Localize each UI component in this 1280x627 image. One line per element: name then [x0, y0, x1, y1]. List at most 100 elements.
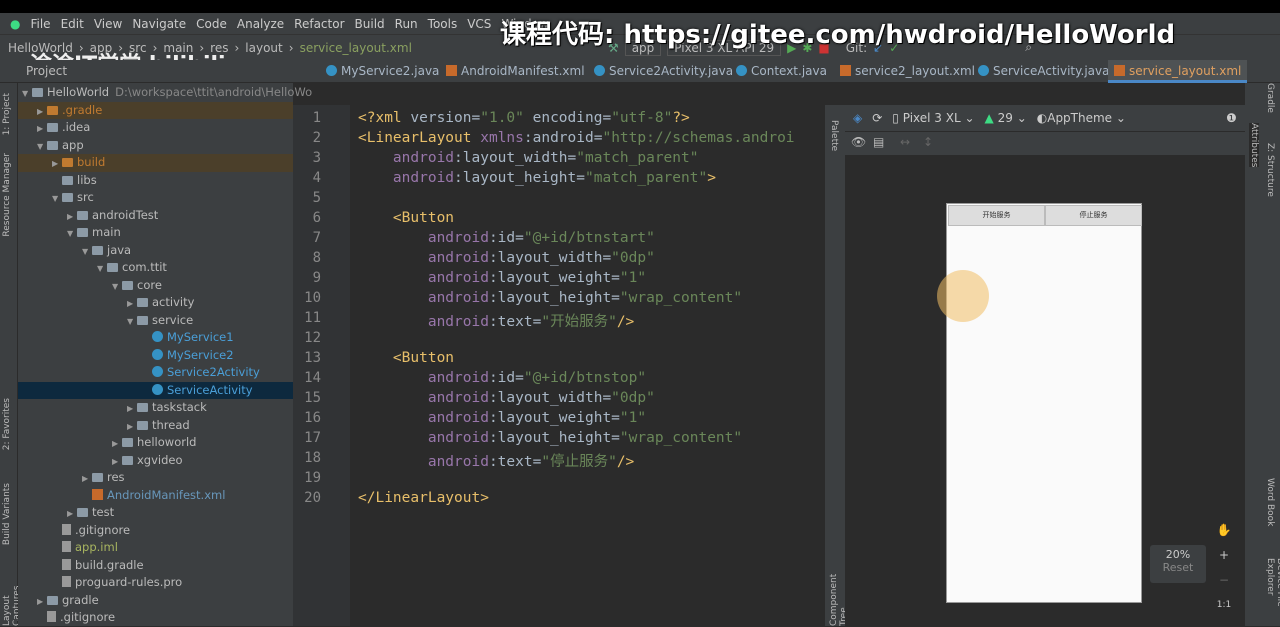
chevron-right-icon[interactable]: ▶	[52, 155, 62, 173]
code-line[interactable]: android:layout_width="match_parent"	[358, 150, 699, 166]
chevron-right-icon[interactable]: ▶	[127, 418, 137, 436]
tool-structure[interactable]: Z: Structure	[1265, 143, 1275, 197]
api-dropdown[interactable]: ▲ 29 ⌄	[985, 111, 1027, 125]
tree-item[interactable]: ▶ thread	[18, 417, 293, 435]
tree-item[interactable]: ▶ activity	[18, 294, 293, 312]
chevron-right-icon[interactable]: ▶	[67, 208, 77, 226]
zoom-reset[interactable]: Reset	[1150, 561, 1206, 574]
theme-dropdown[interactable]: ◐AppTheme ⌄	[1037, 111, 1126, 125]
tree-item[interactable]: ServiceActivity	[18, 381, 293, 399]
chevron-right-icon[interactable]: ▶	[112, 453, 122, 471]
tree-item[interactable]: app.iml	[18, 539, 293, 557]
tree-item[interactable]: proguard-rules.pro	[18, 574, 293, 592]
code-line[interactable]: android:layout_weight="1"	[358, 410, 646, 426]
menu-refactor[interactable]: Refactor	[294, 17, 344, 31]
tab-service2activity[interactable]: Service2Activity.java	[588, 60, 739, 83]
palette-tab[interactable]: Palette	[829, 120, 839, 151]
code-line[interactable]: android:text="停止服务"/>	[358, 450, 634, 471]
menu-navigate[interactable]: Navigate	[132, 17, 186, 31]
code-line[interactable]: <Button	[358, 210, 454, 226]
tree-item[interactable]: ▶ test	[18, 504, 293, 522]
chevron-right-icon[interactable]: ▶	[112, 435, 122, 453]
tool-word-book[interactable]: Word Book	[1265, 478, 1275, 526]
tree-item[interactable]: ▶ .idea	[18, 119, 293, 137]
menu-build[interactable]: Build	[355, 17, 385, 31]
tree-item[interactable]: ▼ HelloWorld D:\workspace\ttit\android\Hel…	[18, 84, 312, 103]
code-line[interactable]: android:text="开始服务"/>	[358, 310, 634, 331]
menu-view[interactable]: View	[94, 17, 122, 31]
tree-item[interactable]: Service2Activity	[18, 364, 293, 382]
device-dropdown[interactable]: ▯ Pixel 3 XL ⌄	[892, 111, 974, 125]
code-line[interactable]: android:id="@+id/btnstart"	[358, 230, 655, 246]
layers-icon[interactable]: ◈	[853, 111, 862, 125]
menu-vcs[interactable]: VCS	[467, 17, 491, 31]
eye-icon[interactable]: 👁	[851, 135, 866, 149]
tree-item[interactable]: libs	[18, 172, 293, 190]
chevron-right-icon[interactable]: ▶	[127, 295, 137, 313]
menu-analyze[interactable]: Analyze	[237, 17, 284, 31]
tool-gradle[interactable]: Gradle	[1265, 83, 1275, 113]
tree-item[interactable]: ▼ src	[18, 189, 293, 207]
tree-item[interactable]: ▼ app	[18, 137, 293, 155]
tree-item[interactable]: ▶ build	[18, 154, 293, 172]
tab-serviceactivity[interactable]: ServiceActivity.java	[972, 60, 1115, 83]
tool-resource-manager[interactable]: Resource Manager	[2, 153, 12, 237]
code-line[interactable]: android:layout_weight="1"	[358, 270, 646, 286]
breadcrumb-layout[interactable]: layout	[245, 41, 282, 55]
pan-icon[interactable]: ✋	[1212, 518, 1236, 543]
tree-item[interactable]: .gitignore	[18, 609, 293, 627]
code-line[interactable]: android:layout_width="0dp"	[358, 390, 655, 406]
tree-item[interactable]: ▼ service	[18, 312, 293, 330]
tree-item[interactable]: ▼ com.ttit	[18, 259, 293, 277]
chevron-right-icon[interactable]: ▶	[37, 120, 47, 138]
tree-item[interactable]: ▶ res	[18, 469, 293, 487]
tree-item[interactable]: ▶ taskstack	[18, 399, 293, 417]
code-line[interactable]: </LinearLayout>	[358, 490, 489, 506]
tab-service-layout[interactable]: service_layout.xml	[1108, 60, 1248, 83]
tool-device-file-explorer[interactable]: Device File Explorer	[1265, 558, 1280, 626]
code-editor[interactable]: <?xml version="1.0" encoding="utf-8"?> <L…	[350, 105, 825, 626]
zoom-in-button[interactable]: +	[1212, 543, 1236, 568]
tree-item[interactable]: ▼ main	[18, 224, 293, 242]
menu-code[interactable]: Code	[196, 17, 227, 31]
tool-attributes[interactable]: Attributes	[1249, 123, 1259, 168]
chevron-down-icon[interactable]: ▼	[67, 225, 77, 243]
code-line[interactable]: android:layout_height="match_parent">	[358, 170, 716, 186]
tree-item[interactable]: build.gradle	[18, 557, 293, 575]
tree-item[interactable]: ▶ androidTest	[18, 207, 293, 225]
tree-item[interactable]: ▶ helloworld	[18, 434, 293, 452]
preview-stop-button[interactable]: 停止服务	[1045, 205, 1142, 226]
code-line[interactable]: <Button	[358, 350, 454, 366]
tree-item[interactable]: ▶ gradle	[18, 592, 293, 610]
tool-project[interactable]: 1: Project	[2, 93, 12, 135]
menu-file[interactable]: File	[30, 17, 50, 31]
code-line[interactable]: android:layout_height="wrap_content"	[358, 290, 742, 306]
zoom-actual-button[interactable]: 1:1	[1212, 593, 1236, 618]
code-line[interactable]: android:layout_width="0dp"	[358, 250, 655, 266]
chevron-down-icon[interactable]: ▼	[82, 243, 92, 261]
chevron-down-icon[interactable]: ▼	[127, 313, 137, 331]
chevron-down-icon[interactable]: ▼	[112, 278, 122, 296]
chevron-right-icon[interactable]: ▶	[82, 470, 92, 488]
breadcrumb-file[interactable]: service_layout.xml	[300, 41, 412, 55]
chevron-right-icon[interactable]: ▶	[37, 593, 47, 611]
tab-context[interactable]: Context.java	[730, 60, 833, 83]
chevron-down-icon[interactable]: ▼	[22, 85, 32, 103]
tree-item[interactable]: .gitignore	[18, 522, 293, 540]
menu-tools[interactable]: Tools	[428, 17, 458, 31]
chevron-right-icon[interactable]: ▶	[67, 505, 77, 523]
chevron-right-icon[interactable]: ▶	[127, 400, 137, 418]
zoom-out-button[interactable]: −	[1212, 568, 1236, 593]
chevron-down-icon[interactable]: ▼	[97, 260, 107, 278]
blueprint-icon[interactable]: ▤	[873, 135, 884, 149]
menu-edit[interactable]: Edit	[61, 17, 84, 31]
tab-androidmanifest[interactable]: AndroidManifest.xml	[440, 60, 591, 83]
code-line[interactable]: android:id="@+id/btnstop"	[358, 370, 646, 386]
tree-item[interactable]: ▼ java	[18, 242, 293, 260]
menu-run[interactable]: Run	[395, 17, 418, 31]
chevron-right-icon[interactable]: ▶	[37, 103, 47, 121]
preview-start-button[interactable]: 开始服务	[948, 205, 1045, 226]
project-panel-header[interactable]: Project	[20, 60, 73, 83]
chevron-down-icon[interactable]: ▼	[37, 138, 47, 156]
tree-item[interactable]: ▶ xgvideo	[18, 452, 293, 470]
